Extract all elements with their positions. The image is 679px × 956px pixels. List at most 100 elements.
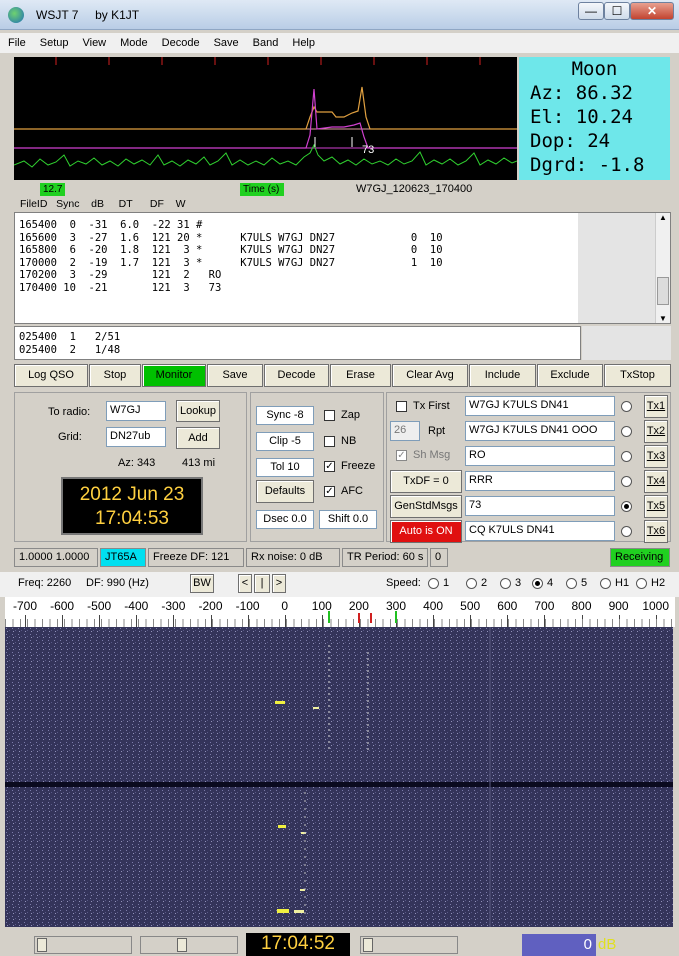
clock-date: 2012 Jun 23 <box>79 484 185 505</box>
close-button[interactable]: ✕ <box>630 2 674 20</box>
tx-select-radio-2[interactable] <box>621 426 632 437</box>
menu-item[interactable]: Help <box>284 33 321 49</box>
gain-thumb[interactable] <box>363 938 373 952</box>
decode-scrollbar[interactable]: ▲ ▼ <box>655 213 670 323</box>
tx-message-3[interactable]: RO <box>465 446 615 466</box>
decode-row[interactable]: 165600 3 -27 1.6 121 20 * K7ULS W7GJ DN2… <box>19 232 443 245</box>
genstdmsgs-button[interactable]: GenStdMsgs <box>390 495 462 518</box>
tx-select-radio-3[interactable] <box>621 451 632 462</box>
tx-select-radio-6[interactable] <box>621 526 632 537</box>
to-radio-input[interactable]: W7GJ <box>106 401 166 421</box>
tx-button-2[interactable]: Tx2 <box>644 420 668 443</box>
average-list[interactable]: 025400 1 2/51 025400 2 1/48 <box>14 326 581 360</box>
log-qso-button[interactable]: Log QSO <box>14 364 88 387</box>
scale-tick-label: -200 <box>198 599 223 613</box>
tx-button-3[interactable]: Tx3 <box>644 445 668 468</box>
defaults-button[interactable]: Defaults <box>256 480 314 503</box>
tx-button-4[interactable]: Tx4 <box>644 470 668 493</box>
center-button[interactable]: | <box>254 574 270 593</box>
scroll-down-icon[interactable]: ▼ <box>656 314 670 323</box>
speed-radio-H1[interactable] <box>600 578 611 589</box>
stop-button[interactable]: Stop <box>89 364 141 387</box>
bottom-bar: 17:04:52 0 dB <box>0 930 679 956</box>
erase-button[interactable]: Erase <box>330 364 391 387</box>
tx-message-6[interactable]: CQ K7ULS DN41 <box>465 521 615 541</box>
prev-button[interactable]: < <box>238 574 252 593</box>
menu-item[interactable]: Band <box>245 33 285 49</box>
contrast-slider[interactable] <box>140 936 238 954</box>
average-row[interactable]: 025400 1 2/51 <box>19 331 120 344</box>
tx-button-1[interactable]: Tx1 <box>644 395 668 418</box>
next-button[interactable]: > <box>272 574 286 593</box>
txdf-button[interactable]: TxDF = 0 <box>390 470 462 493</box>
decode-list[interactable]: 165400 0 -31 6.0 -22 31 #165600 3 -27 1.… <box>14 212 671 324</box>
dsec-spinner[interactable]: Dsec 0.0 <box>256 510 314 529</box>
tx-button-6[interactable]: Tx6 <box>644 520 668 543</box>
exclude-button[interactable]: Exclude <box>537 364 603 387</box>
speed-radio-H2[interactable] <box>636 578 647 589</box>
decode-button[interactable]: Decode <box>264 364 329 387</box>
tol-spinner[interactable]: Tol 10 <box>256 458 314 477</box>
save-button[interactable]: Save <box>207 364 263 387</box>
freeze-checkbox[interactable]: ✓ <box>324 461 335 472</box>
maximize-button[interactable]: ☐ <box>604 2 630 20</box>
menu-item[interactable]: Mode <box>112 33 154 49</box>
tx-message-5[interactable]: 73 <box>465 496 615 516</box>
decode-row[interactable]: 165800 6 -20 1.8 121 3 * K7ULS W7GJ DN27… <box>19 244 443 257</box>
menu-item[interactable]: Save <box>206 33 245 49</box>
brightness-slider[interactable] <box>34 936 132 954</box>
tx-select-radio-4[interactable] <box>621 476 632 487</box>
shift-spinner[interactable]: Shift 0.0 <box>319 510 377 529</box>
clip-spinner[interactable]: Clip -5 <box>256 432 314 451</box>
menu-item[interactable]: View <box>74 33 112 49</box>
title-bar: WSJT 7 by K1JT — ☐ ✕ <box>0 0 679 30</box>
tx-message-4[interactable]: RRR <box>465 471 615 491</box>
brightness-thumb[interactable] <box>37 938 47 952</box>
decode-row[interactable]: 170400 10 -21 121 3 73 <box>19 282 443 295</box>
grid-input[interactable]: DN27ub <box>106 427 166 447</box>
speed-radio-1[interactable] <box>428 578 439 589</box>
txstop-button[interactable]: TxStop <box>604 364 671 387</box>
tx-first-checkbox[interactable] <box>396 401 407 412</box>
clear-avg-button[interactable]: Clear Avg <box>392 364 468 387</box>
decode-row[interactable]: 170200 3 -29 121 2 RO <box>19 269 443 282</box>
tx-select-radio-5[interactable] <box>621 501 632 512</box>
sync-spinner[interactable]: Sync -8 <box>256 406 314 425</box>
scale-tick-label: -300 <box>161 599 186 613</box>
waterfall-display[interactable] <box>5 627 673 927</box>
speed-radio-3[interactable] <box>500 578 511 589</box>
tx-message-2[interactable]: W7GJ K7ULS DN41 OOO <box>465 421 615 441</box>
zap-checkbox[interactable] <box>324 410 335 421</box>
afc-checkbox[interactable]: ✓ <box>324 486 335 497</box>
decode-row[interactable]: 170000 2 -19 1.7 121 3 * K7ULS W7GJ DN27… <box>19 257 443 270</box>
speed-radio-5[interactable] <box>566 578 577 589</box>
bw-button[interactable]: BW <box>190 574 214 593</box>
waterfall-toolbar: Freq: 2260 DF: 990 (Hz) BW < | > Speed: … <box>0 572 679 597</box>
auto-button[interactable]: Auto is ON <box>390 520 462 543</box>
speed-label-4: 4 <box>547 577 554 589</box>
contrast-thumb[interactable] <box>177 938 187 952</box>
station-panel: To radio: W7GJ Lookup Grid: DN27ub Add A… <box>14 392 247 542</box>
tx-button-5[interactable]: Tx5 <box>644 495 668 518</box>
lookup-button[interactable]: Lookup <box>176 400 220 422</box>
average-row[interactable]: 025400 2 1/48 <box>19 344 120 357</box>
decode-row[interactable]: 165400 0 -31 6.0 -22 31 # <box>19 219 443 232</box>
menu-item[interactable]: File <box>0 33 32 49</box>
menu-item[interactable]: Setup <box>32 33 75 49</box>
tx-message-1[interactable]: W7GJ K7ULS DN41 <box>465 396 615 416</box>
scroll-up-icon[interactable]: ▲ <box>656 213 670 222</box>
nb-checkbox[interactable] <box>324 436 335 447</box>
grid-label: Grid: <box>58 431 82 443</box>
speed-radio-2[interactable] <box>466 578 477 589</box>
include-button[interactable]: Include <box>469 364 536 387</box>
sh-msg-checkbox[interactable]: ✓ <box>396 450 407 461</box>
monitor-button[interactable]: Monitor <box>142 364 206 387</box>
gain-slider[interactable] <box>360 936 458 954</box>
menu-item[interactable]: Decode <box>154 33 206 49</box>
scroll-thumb[interactable] <box>657 277 669 305</box>
rpt-input[interactable]: 26 <box>390 421 420 441</box>
speed-radio-4[interactable] <box>532 578 543 589</box>
tx-select-radio-1[interactable] <box>621 401 632 412</box>
minimize-button[interactable]: — <box>578 2 604 20</box>
add-button[interactable]: Add <box>176 427 220 449</box>
